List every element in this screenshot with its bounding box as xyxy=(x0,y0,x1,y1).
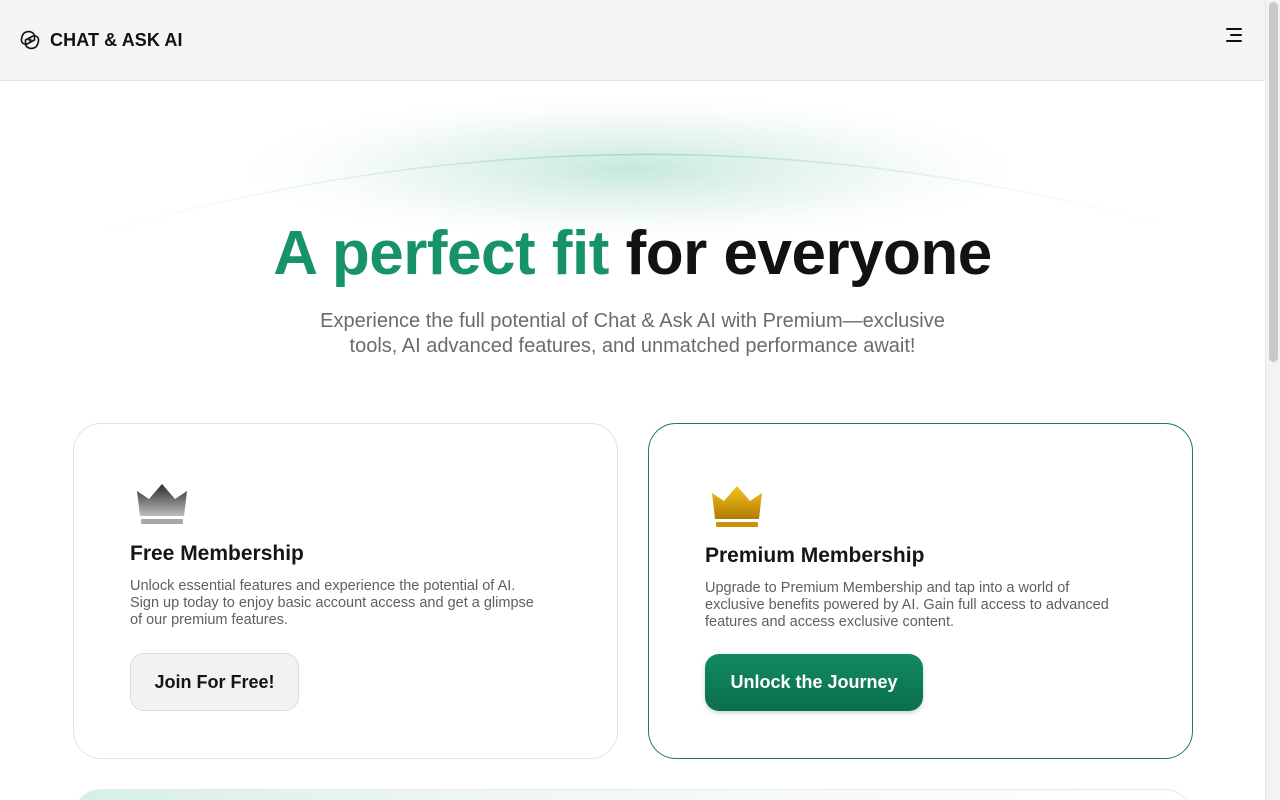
hero-title-rest: for everyone xyxy=(625,219,993,288)
chat-ask-ai-logo-icon xyxy=(19,29,41,51)
hero-subtitle-line: Experience the full potential of Chat & … xyxy=(320,310,945,332)
description-line: Upgrade to Premium Membership and tap in… xyxy=(705,580,1070,596)
hero-title: A perfect fit for everyone xyxy=(0,218,1265,290)
unlock-the-journey-button[interactable]: Unlock the Journey xyxy=(705,654,923,711)
join-for-free-button[interactable]: Join For Free! xyxy=(130,653,299,711)
hamburger-menu-icon xyxy=(1225,27,1243,48)
free-membership-description: Unlock essential features and experience… xyxy=(130,578,560,629)
scrollbar-thumb[interactable] xyxy=(1269,2,1278,362)
description-line: exclusive benefits powered by AI. Gain f… xyxy=(705,597,1109,613)
premium-membership-description: Upgrade to Premium Membership and tap in… xyxy=(705,580,1135,631)
hero-title-accent: A perfect fit xyxy=(273,219,609,288)
top-nav-bar: CHAT & ASK AI xyxy=(0,0,1265,81)
page-scrollbar[interactable] xyxy=(1265,0,1280,800)
crown-silver-icon xyxy=(135,483,189,529)
premium-membership-title: Premium Membership xyxy=(705,544,925,567)
hamburger-menu-button[interactable] xyxy=(1223,26,1245,48)
brand-name: CHAT & ASK AI xyxy=(50,29,183,50)
next-section-card xyxy=(73,789,1193,800)
brand-home-link[interactable]: CHAT & ASK AI xyxy=(19,29,183,51)
description-line: features and access exclusive content. xyxy=(705,614,955,630)
description-line: Sign up today to enjoy basic account acc… xyxy=(130,595,534,611)
premium-membership-card: Premium Membership Upgrade to Premium Me… xyxy=(648,423,1193,759)
free-membership-title: Free Membership xyxy=(130,542,304,565)
crown-gold-icon xyxy=(710,485,764,531)
hero-subtitle: Experience the full potential of Chat & … xyxy=(0,309,1265,359)
description-line: of our premium features. xyxy=(130,612,288,628)
hero-subtitle-line: tools, AI advanced features, and unmatch… xyxy=(349,335,916,357)
description-line: Unlock essential features and experience… xyxy=(130,578,516,594)
free-membership-card: Free Membership Unlock essential feature… xyxy=(73,423,618,759)
